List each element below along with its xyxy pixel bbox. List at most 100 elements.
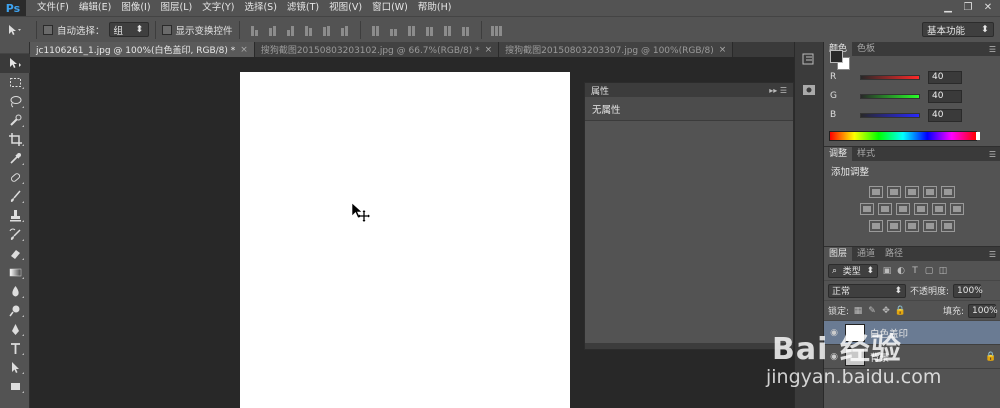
move-tool-preset-icon[interactable] [0, 18, 30, 42]
distribute-top-icon[interactable] [370, 24, 382, 36]
quick-select-tool-icon[interactable] [0, 111, 30, 130]
menu-filter[interactable]: 滤镜(T) [282, 0, 324, 16]
menu-layer[interactable]: 图层(L) [156, 0, 198, 16]
levels-icon[interactable] [887, 186, 901, 198]
tab-channels[interactable]: 通道 [852, 247, 880, 261]
channel-slider-r[interactable] [860, 74, 920, 80]
menu-type[interactable]: 文字(Y) [197, 0, 239, 16]
layer-row[interactable]: ◉ 背景 🔒 [824, 345, 1000, 369]
align-vcenter-icon[interactable] [267, 24, 279, 36]
properties-panel-header[interactable]: 属性 ▸▸ ☰ [585, 83, 793, 97]
channel-value-b[interactable]: 40 [928, 108, 962, 122]
tab-paths[interactable]: 路径 [880, 247, 908, 261]
distribute-hcenter-icon[interactable] [442, 24, 454, 36]
align-right-icon[interactable] [339, 24, 351, 36]
distribute-right-icon[interactable] [460, 24, 472, 36]
fill-input[interactable]: 100% [968, 303, 998, 318]
document-canvas[interactable] [240, 72, 570, 408]
move-tool-icon[interactable] [0, 54, 30, 73]
brightness-icon[interactable] [869, 186, 883, 198]
path-selection-tool-icon[interactable] [0, 358, 30, 377]
menu-view[interactable]: 视图(V) [324, 0, 367, 16]
menu-file[interactable]: 文件(F) [32, 0, 74, 16]
lock-image-icon[interactable]: ✎ [867, 306, 877, 316]
panel-menu-icon[interactable]: ☰ [989, 250, 996, 259]
lock-position-icon[interactable]: ✥ [881, 306, 891, 316]
posterize-icon[interactable] [887, 220, 901, 232]
document-tab-active[interactable]: jc1106261_1.jpg @ 100%(白色盖印, RGB/8) * × [30, 42, 255, 57]
blend-mode-dropdown[interactable]: 正常 ⬍ [828, 283, 906, 298]
channel-value-g[interactable]: 40 [928, 89, 962, 103]
black-white-icon[interactable] [896, 203, 910, 215]
photo-filter-icon[interactable] [914, 203, 928, 215]
align-hcenter-icon[interactable] [321, 24, 333, 36]
foreground-color-swatch[interactable] [830, 50, 843, 63]
type-tool-icon[interactable] [0, 339, 30, 358]
rectangle-tool-icon[interactable] [0, 377, 30, 396]
restore-button[interactable]: ❐ [962, 1, 974, 13]
panel-resize-grip[interactable] [585, 343, 793, 349]
close-icon[interactable]: × [240, 45, 248, 55]
brush-tool-icon[interactable] [0, 187, 30, 206]
menu-edit[interactable]: 编辑(E) [74, 0, 116, 16]
invert-icon[interactable] [869, 220, 883, 232]
layer-filter-dropdown[interactable]: ⌕ 类型 ⬍ [828, 263, 878, 278]
layer-row-selected[interactable]: ◉ 白色盖印 [824, 321, 1000, 345]
hue-saturation-icon[interactable] [860, 203, 874, 215]
show-transform-checkbox[interactable] [161, 24, 172, 35]
clone-stamp-tool-icon[interactable] [0, 206, 30, 225]
distribute-left-icon[interactable] [424, 24, 436, 36]
eyedropper-tool-icon[interactable] [0, 149, 30, 168]
panel-menu-icon[interactable]: ☰ [989, 150, 996, 159]
vibrance-icon[interactable] [941, 186, 955, 198]
tab-layers[interactable]: 图层 [824, 247, 853, 261]
gradient-map-icon[interactable] [923, 220, 937, 232]
document-tab[interactable]: 搜狗截图20150803203102.jpg @ 66.7%(RGB/8) * … [254, 42, 500, 57]
document-tab[interactable]: 搜狗截图20150803203307.jpg @ 100%(RGB/8) × [499, 42, 734, 57]
auto-align-icon[interactable] [491, 24, 503, 36]
healing-brush-tool-icon[interactable] [0, 168, 30, 187]
properties-panel-icon[interactable] [795, 78, 823, 102]
threshold-icon[interactable] [905, 220, 919, 232]
minimize-button[interactable]: ▁ [942, 1, 954, 13]
channel-slider-g[interactable] [860, 93, 920, 99]
panel-menu-icon[interactable]: ▸▸ ☰ [769, 86, 787, 95]
opacity-input[interactable]: 100% [953, 283, 983, 298]
close-button[interactable]: ✕ [982, 1, 994, 13]
menu-image[interactable]: 图像(I) [116, 0, 155, 16]
auto-select-dropdown[interactable]: 组 ⬍ [108, 22, 149, 37]
color-spectrum-bar[interactable] [829, 131, 980, 141]
channel-value-r[interactable]: 40 [928, 70, 962, 84]
filter-smart-icon[interactable]: ◫ [938, 266, 948, 276]
curves-icon[interactable] [905, 186, 919, 198]
pen-tool-icon[interactable] [0, 320, 30, 339]
blur-tool-icon[interactable] [0, 282, 30, 301]
lock-all-icon[interactable]: 🔒 [894, 306, 905, 316]
menu-window[interactable]: 窗口(W) [367, 0, 413, 16]
align-bottom-icon[interactable] [285, 24, 297, 36]
distribute-bottom-icon[interactable] [406, 24, 418, 36]
tab-adjustments[interactable]: 调整 [824, 147, 853, 161]
crop-tool-icon[interactable] [0, 130, 30, 149]
marquee-tool-icon[interactable] [0, 73, 30, 92]
close-icon[interactable]: × [719, 45, 727, 55]
exposure-icon[interactable] [923, 186, 937, 198]
gradient-tool-icon[interactable] [0, 263, 30, 282]
tab-swatches[interactable]: 色板 [852, 42, 880, 56]
color-lookup-icon[interactable] [950, 203, 964, 215]
color-balance-icon[interactable] [878, 203, 892, 215]
visibility-eye-icon[interactable]: ◉ [828, 328, 840, 338]
panel-menu-icon[interactable]: ☰ [989, 45, 996, 54]
tab-styles[interactable]: 样式 [852, 147, 880, 161]
workspace-dropdown[interactable]: 基本功能 ⬍ [922, 22, 994, 37]
distribute-vcenter-icon[interactable] [388, 24, 400, 36]
visibility-eye-icon[interactable]: ◉ [828, 352, 840, 362]
filter-pixel-icon[interactable]: ▣ [882, 266, 892, 276]
auto-select-checkbox[interactable] [43, 24, 53, 35]
align-left-icon[interactable] [303, 24, 315, 36]
history-brush-tool-icon[interactable] [0, 225, 30, 244]
close-icon[interactable]: × [485, 45, 493, 55]
menu-select[interactable]: 选择(S) [239, 0, 281, 16]
history-panel-icon[interactable] [795, 48, 823, 72]
menu-help[interactable]: 帮助(H) [413, 0, 457, 16]
